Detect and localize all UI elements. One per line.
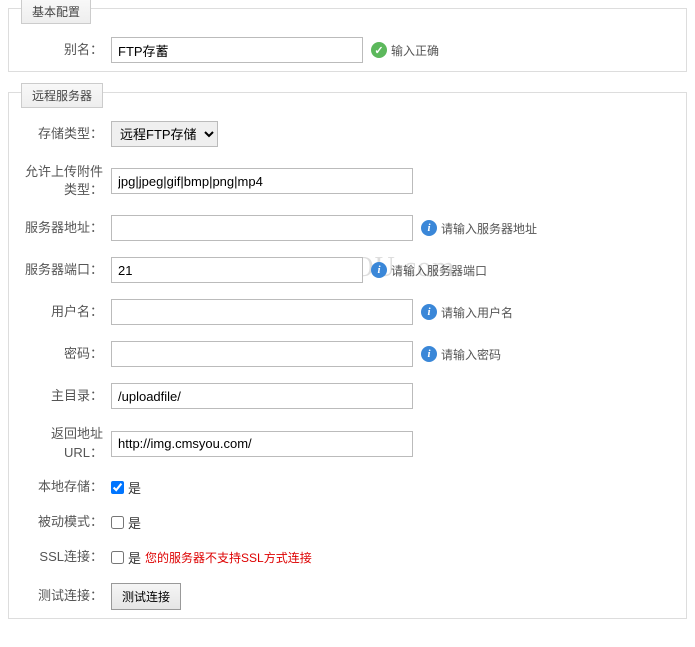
checkmark-icon: ✓: [371, 42, 387, 58]
server-addr-label: 服务器地址：: [21, 219, 111, 237]
server-addr-row: 服务器地址： i 请输入服务器地址: [9, 207, 686, 249]
alias-row: 别名： ✓ 输入正确: [9, 29, 686, 71]
ssl-label: SSL连接：: [21, 548, 111, 566]
ssl-error-text: 您的服务器不支持SSL方式连接: [145, 549, 312, 566]
test-connection-button[interactable]: 测试连接: [111, 583, 181, 610]
server-addr-hint: 请输入服务器地址: [441, 220, 537, 237]
root-dir-label: 主目录：: [21, 387, 111, 405]
username-input[interactable]: [111, 299, 413, 325]
password-label: 密码：: [21, 345, 111, 363]
storage-type-label: 存储类型：: [21, 125, 111, 143]
server-port-input[interactable]: [111, 257, 363, 283]
allow-types-label: 允许上传附件类型：: [21, 163, 111, 199]
root-dir-row: 主目录：: [9, 375, 686, 417]
password-input[interactable]: [111, 341, 413, 367]
alias-hint: 输入正确: [391, 42, 439, 59]
local-save-checkbox[interactable]: [111, 481, 124, 494]
local-save-row: 本地存储： 是: [9, 470, 686, 505]
server-port-hint: 请输入服务器端口: [391, 262, 487, 279]
storage-type-select[interactable]: 远程FTP存储: [111, 121, 218, 147]
ssl-text: 是: [128, 548, 141, 567]
username-label: 用户名：: [21, 303, 111, 321]
allow-types-input[interactable]: [111, 168, 413, 194]
remote-server-legend: 远程服务器: [21, 83, 103, 108]
server-port-label: 服务器端口：: [21, 261, 111, 279]
remote-server-section: 远程服务器 存储类型： 远程FTP存储 允许上传附件类型： 服务器地址： i 请…: [8, 92, 687, 619]
ssl-checkbox[interactable]: [111, 551, 124, 564]
password-row: 密码： i 请输入密码: [9, 333, 686, 375]
test-row: 测试连接： 测试连接: [9, 575, 686, 618]
allow-types-row: 允许上传附件类型：: [9, 155, 686, 207]
root-dir-input[interactable]: [111, 383, 413, 409]
info-icon: i: [371, 262, 387, 278]
local-save-label: 本地存储：: [21, 478, 111, 496]
test-label: 测试连接：: [21, 587, 111, 605]
passive-label: 被动模式：: [21, 513, 111, 531]
local-save-text: 是: [128, 478, 141, 497]
ssl-row: SSL连接： 是 您的服务器不支持SSL方式连接: [9, 540, 686, 575]
alias-input[interactable]: [111, 37, 363, 63]
basic-config-section: 基本配置 别名： ✓ 输入正确: [8, 8, 687, 72]
return-url-label: 返回地址URL：: [21, 425, 111, 461]
return-url-row: 返回地址URL：: [9, 417, 686, 469]
server-addr-input[interactable]: [111, 215, 413, 241]
storage-type-row: 存储类型： 远程FTP存储: [9, 113, 686, 155]
password-hint: 请输入密码: [441, 346, 501, 363]
passive-text: 是: [128, 513, 141, 532]
server-port-row: 服务器端口： i 请输入服务器端口: [9, 249, 686, 291]
return-url-input[interactable]: [111, 431, 413, 457]
passive-row: 被动模式： 是: [9, 505, 686, 540]
username-hint: 请输入用户名: [441, 304, 513, 321]
info-icon: i: [421, 304, 437, 320]
basic-config-legend: 基本配置: [21, 0, 91, 24]
username-row: 用户名： i 请输入用户名: [9, 291, 686, 333]
info-icon: i: [421, 346, 437, 362]
passive-checkbox[interactable]: [111, 516, 124, 529]
info-icon: i: [421, 220, 437, 236]
alias-label: 别名：: [21, 41, 111, 59]
